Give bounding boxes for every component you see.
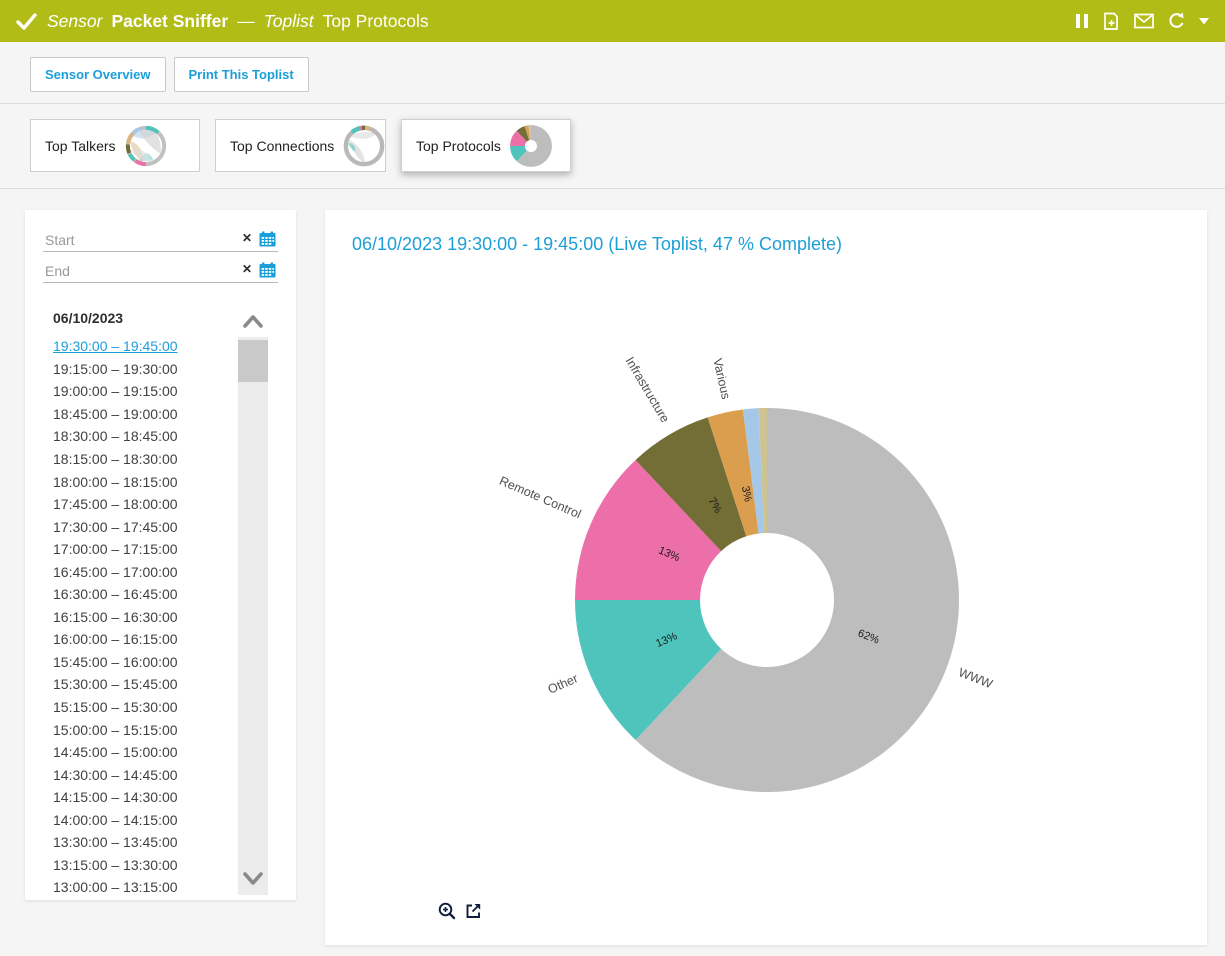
calendar-icon[interactable] <box>259 262 276 283</box>
scroll-up-icon[interactable] <box>238 305 268 337</box>
slice-label: Various <box>710 357 733 401</box>
tab-top-protocols-label: Top Protocols <box>416 138 501 154</box>
breadcrumb-separator: — <box>237 11 255 32</box>
email-icon[interactable] <box>1134 13 1154 29</box>
breadcrumb-page-title: Top Protocols <box>323 11 429 32</box>
dropdown-caret-icon[interactable] <box>1199 18 1209 25</box>
scrollbar-thumb[interactable] <box>238 340 268 382</box>
chord-diagram-icon <box>342 124 386 168</box>
print-toplist-button[interactable]: Print This Toplist <box>174 57 309 92</box>
add-report-icon[interactable] <box>1102 12 1121 31</box>
slice-label: Infrastructure <box>623 355 673 426</box>
chord-diagram-icon <box>124 124 168 168</box>
tab-top-talkers[interactable]: Top Talkers <box>30 119 200 172</box>
clear-start-icon[interactable]: ✕ <box>242 231 252 245</box>
open-external-icon[interactable] <box>464 902 482 920</box>
donut-chart-icon <box>509 124 553 168</box>
breadcrumb-kind: Sensor <box>47 11 102 32</box>
zoom-in-icon[interactable] <box>438 902 456 920</box>
calendar-icon[interactable] <box>259 231 276 252</box>
breadcrumb: Sensor Packet Sniffer — Toplist Top Prot… <box>47 11 429 32</box>
pause-icon[interactable] <box>1075 12 1089 30</box>
slice-label: Other <box>546 671 580 696</box>
toplist-chart-panel: 06/10/2023 19:30:00 - 19:45:00 (Live Top… <box>325 210 1207 945</box>
divider <box>0 103 1225 104</box>
clear-end-icon[interactable]: ✕ <box>242 262 252 276</box>
start-date-field: ✕ <box>43 228 278 252</box>
end-date-field: ✕ <box>43 259 278 283</box>
end-date-input[interactable] <box>43 263 230 279</box>
tab-top-connections-label: Top Connections <box>230 138 334 154</box>
scroll-down-icon[interactable] <box>238 863 268 895</box>
tab-top-connections[interactable]: Top Connections <box>215 119 386 172</box>
tab-top-talkers-label: Top Talkers <box>45 138 116 154</box>
time-range-sidebar: ✕ ✕ <box>25 210 296 900</box>
slice-label: WWW <box>956 665 994 691</box>
protocols-donut-chart: WWW62%Other13%Remote Control13%Infrastru… <box>325 260 1207 900</box>
breadcrumb-sensor-name[interactable]: Packet Sniffer <box>111 11 228 32</box>
list-scrollbar[interactable] <box>238 305 268 895</box>
divider <box>0 188 1225 189</box>
status-check-icon <box>16 11 37 32</box>
scrollbar-track[interactable] <box>238 337 268 895</box>
start-date-input[interactable] <box>43 232 230 248</box>
chart-title: 06/10/2023 19:30:00 - 19:45:00 (Live Top… <box>325 210 1207 255</box>
refresh-icon[interactable] <box>1167 12 1186 31</box>
sensor-overview-button[interactable]: Sensor Overview <box>30 57 166 92</box>
slice-label: Remote Control <box>497 474 583 522</box>
tab-top-protocols[interactable]: Top Protocols <box>401 119 571 172</box>
topbar: Sensor Packet Sniffer — Toplist Top Prot… <box>0 0 1225 42</box>
breadcrumb-section-kind: Toplist <box>264 11 314 32</box>
